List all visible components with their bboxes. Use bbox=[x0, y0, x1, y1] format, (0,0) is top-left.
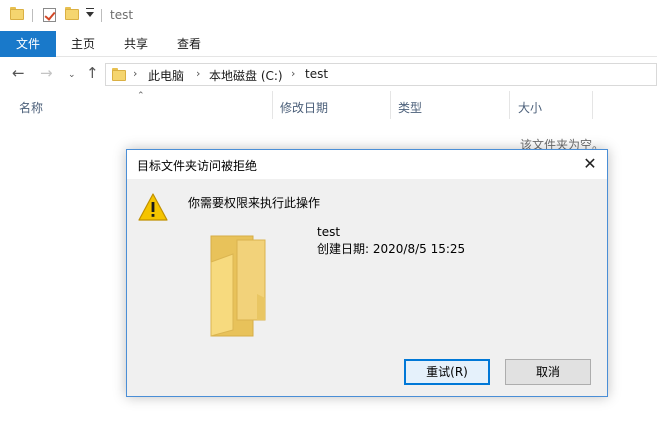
ribbon: 文件 主页 共享 查看 bbox=[0, 31, 657, 57]
tab-share[interactable]: 共享 bbox=[110, 31, 162, 57]
column-modified[interactable]: 修改日期 bbox=[280, 99, 328, 116]
column-size[interactable]: 大小 bbox=[518, 99, 542, 116]
folder-icon bbox=[10, 7, 24, 20]
breadcrumb-local-disk[interactable]: 本地磁盘 (C:) bbox=[209, 67, 283, 84]
address-bar[interactable]: › 此电脑 › 本地磁盘 (C:) › test bbox=[105, 63, 657, 86]
file-created-date: 创建日期: 2020/8/5 15:25 bbox=[317, 242, 466, 256]
column-divider[interactable] bbox=[592, 91, 593, 119]
column-name[interactable]: 名称 bbox=[19, 99, 43, 116]
toolbar-separator bbox=[101, 9, 102, 22]
sort-ascending-icon: ⌃ bbox=[137, 91, 145, 101]
column-divider[interactable] bbox=[390, 91, 391, 119]
forward-arrow-icon[interactable]: → bbox=[40, 66, 53, 81]
column-divider[interactable] bbox=[509, 91, 510, 119]
up-arrow-icon[interactable]: ↑ bbox=[86, 66, 99, 81]
cancel-button[interactable]: 取消 bbox=[505, 359, 591, 385]
folder-icon bbox=[210, 235, 266, 337]
properties-icon[interactable] bbox=[43, 8, 56, 22]
recent-locations-chevron-icon[interactable]: ⌄ bbox=[68, 68, 76, 83]
tab-home[interactable]: 主页 bbox=[56, 31, 110, 57]
dialog-title-bar: 目标文件夹访问被拒绝 ✕ bbox=[127, 150, 607, 179]
column-divider[interactable] bbox=[272, 91, 273, 119]
breadcrumb-separator-icon[interactable]: › bbox=[291, 67, 295, 80]
breadcrumb-separator-icon[interactable]: › bbox=[133, 67, 137, 80]
column-type[interactable]: 类型 bbox=[398, 99, 422, 116]
quick-access-dropdown-icon[interactable] bbox=[86, 8, 94, 17]
file-name: test bbox=[317, 225, 341, 239]
folder-icon bbox=[112, 68, 126, 81]
breadcrumb-test[interactable]: test bbox=[305, 67, 328, 81]
access-denied-dialog: 目标文件夹访问被拒绝 ✕ 你需要权限来执行此操作 test 创建日期: 2020… bbox=[126, 149, 608, 397]
toolbar-separator bbox=[32, 9, 33, 22]
dialog-message: 你需要权限来执行此操作 bbox=[188, 196, 321, 210]
column-headers: ⌃ 名称 修改日期 类型 大小 bbox=[0, 91, 657, 121]
warning-icon bbox=[138, 193, 168, 221]
window-title: test bbox=[110, 8, 134, 22]
navigation-bar: ← → ⌄ ↑ › 此电脑 › 本地磁盘 (C:) › test bbox=[0, 57, 657, 91]
tab-view[interactable]: 查看 bbox=[162, 31, 216, 57]
breadcrumb-this-pc[interactable]: 此电脑 bbox=[148, 67, 184, 84]
breadcrumb-separator-icon[interactable]: › bbox=[196, 67, 200, 80]
back-arrow-icon[interactable]: ← bbox=[12, 66, 25, 81]
retry-button[interactable]: 重试(R) bbox=[404, 359, 490, 385]
tab-file[interactable]: 文件 bbox=[0, 31, 56, 57]
close-icon[interactable]: ✕ bbox=[579, 153, 601, 175]
dialog-title: 目标文件夹访问被拒绝 bbox=[137, 159, 258, 173]
new-folder-icon[interactable] bbox=[65, 7, 79, 20]
title-bar: test bbox=[0, 0, 657, 31]
